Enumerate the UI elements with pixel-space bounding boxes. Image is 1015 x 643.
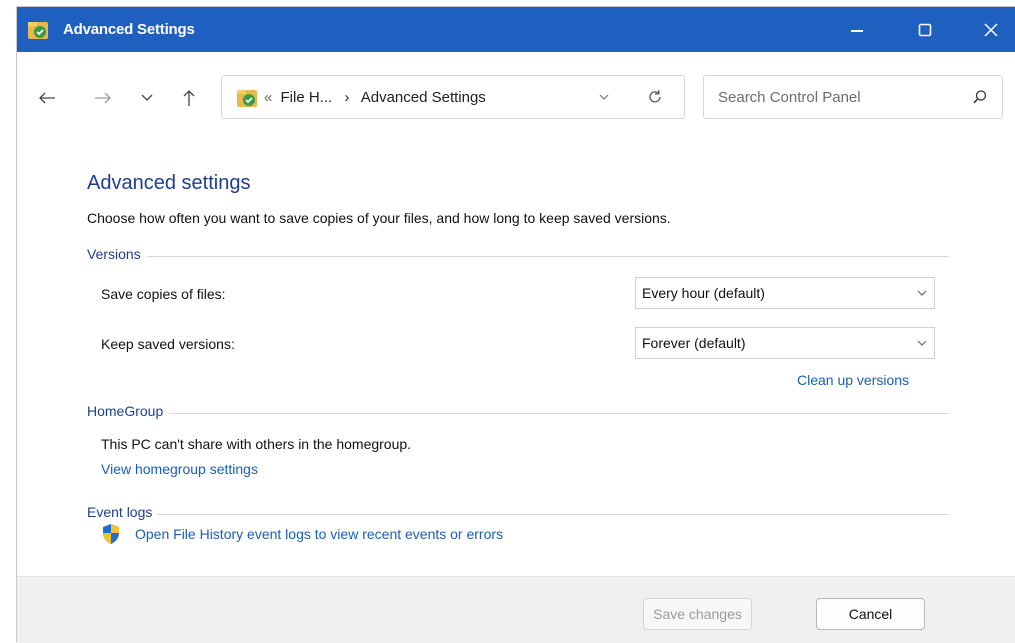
search-input[interactable]: Search Control Panel	[703, 75, 1003, 119]
content-area: Advanced settings Choose how often you w…	[17, 134, 1015, 576]
save-copies-label: Save copies of files:	[101, 286, 226, 302]
minimize-icon	[851, 29, 863, 32]
forward-button[interactable]	[91, 86, 115, 110]
shield-icon	[103, 524, 119, 544]
up-arrow-icon	[183, 90, 195, 106]
refresh-icon[interactable]	[646, 88, 664, 106]
keep-versions-dropdown[interactable]: Forever (default)	[635, 327, 935, 359]
divider	[87, 514, 949, 515]
back-arrow-icon	[39, 92, 55, 104]
breadcrumb: « File H... › Advanced Settings	[264, 89, 486, 106]
address-dropdown-icon[interactable]	[598, 89, 610, 105]
save-copies-value: Every hour (default)	[642, 285, 765, 301]
advanced-settings-window: Advanced Settings « File H... › Advanced…	[16, 6, 1015, 643]
keep-versions-label: Keep saved versions:	[101, 336, 235, 352]
breadcrumb-overflow[interactable]: «	[264, 89, 272, 106]
address-bar[interactable]: « File H... › Advanced Settings	[221, 75, 685, 119]
breadcrumb-item-file-history[interactable]: File H...	[281, 89, 333, 106]
keep-versions-value: Forever (default)	[642, 335, 746, 351]
search-placeholder: Search Control Panel	[718, 89, 861, 106]
save-changes-button[interactable]: Save changes	[643, 598, 752, 630]
divider	[87, 256, 949, 257]
recent-locations-button[interactable]	[135, 86, 159, 110]
view-homegroup-settings-link[interactable]: View homegroup settings	[101, 461, 258, 477]
event-logs-section-header: Event logs	[87, 504, 949, 524]
file-history-location-icon	[237, 90, 257, 107]
close-icon	[984, 22, 998, 37]
versions-section-title: Versions	[87, 246, 147, 262]
file-history-app-icon	[28, 22, 48, 39]
homegroup-section-title: HomeGroup	[87, 403, 170, 419]
save-copies-dropdown[interactable]: Every hour (default)	[635, 277, 935, 309]
divider	[87, 413, 949, 414]
title-bar[interactable]: Advanced Settings	[17, 7, 1015, 52]
breadcrumb-item-advanced-settings[interactable]: Advanced Settings	[361, 89, 486, 106]
page-description: Choose how often you want to save copies…	[87, 210, 671, 226]
footer-bar: Save changes Cancel	[17, 576, 1015, 643]
navigation-bar: « File H... › Advanced Settings Search C…	[17, 52, 1015, 134]
up-button[interactable]	[177, 86, 201, 110]
back-button[interactable]	[35, 86, 59, 110]
maximize-icon	[918, 23, 932, 36]
chevron-down-icon	[917, 340, 927, 346]
close-button[interactable]	[961, 7, 1015, 52]
maximize-button[interactable]	[895, 7, 955, 52]
forward-arrow-icon	[95, 92, 111, 104]
cancel-button[interactable]: Cancel	[816, 598, 925, 630]
window-title: Advanced Settings	[63, 21, 195, 38]
homegroup-section-header: HomeGroup	[87, 403, 949, 423]
event-logs-section-title: Event logs	[87, 504, 159, 520]
open-event-logs-link[interactable]: Open File History event logs to view rec…	[135, 526, 503, 542]
clean-up-versions-link[interactable]: Clean up versions	[797, 372, 909, 388]
chevron-down-icon	[141, 94, 153, 101]
search-icon[interactable]	[972, 89, 988, 105]
minimize-button[interactable]	[827, 7, 887, 52]
page-title: Advanced settings	[87, 172, 251, 194]
chevron-down-icon	[917, 290, 927, 296]
breadcrumb-separator: ›	[344, 89, 350, 106]
homegroup-message: This PC can't share with others in the h…	[101, 436, 412, 452]
versions-section-header: Versions	[87, 246, 949, 266]
